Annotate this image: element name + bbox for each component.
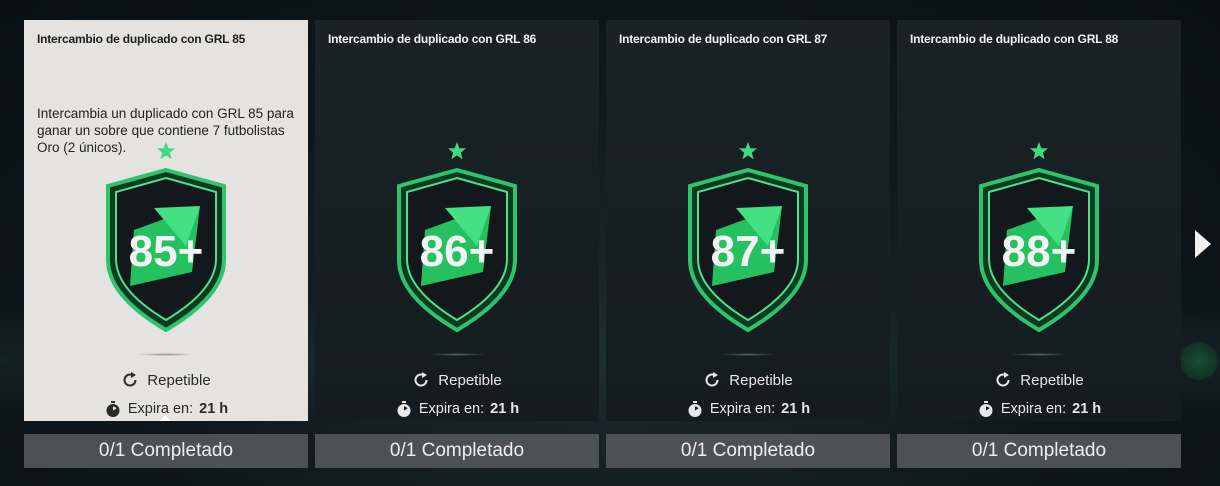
card-title: Intercambio de duplicado con GRL 85 (37, 32, 246, 46)
expire-label: Expira en: (1000, 401, 1067, 417)
pack-rating: 87+ (711, 227, 786, 276)
shield-reflection (718, 353, 778, 356)
repeatable-row: Repetible (315, 370, 599, 390)
stopwatch-icon (979, 401, 993, 417)
repeat-icon (123, 372, 137, 387)
sbc-card-grl-87[interactable]: Intercambio de duplicado con GRL 87 87+ … (606, 20, 890, 421)
sbc-card-grl-85[interactable]: Intercambio de duplicado con GRL 85 Inte… (24, 20, 308, 421)
expire-row: Expira en: 21 h (315, 399, 599, 419)
progress-bar-grl-86[interactable]: 0/1 Completado (315, 434, 599, 468)
sbc-card-grl-88[interactable]: Intercambio de duplicado con GRL 88 88+ … (897, 20, 1181, 421)
expire-value: 21 h (781, 401, 811, 417)
stopwatch-icon (397, 401, 411, 417)
progress-bar-grl-85[interactable]: 0/1 Completado (24, 434, 308, 468)
pack-shield-icon: 87+ (688, 168, 808, 332)
pack-rating: 85+ (129, 227, 204, 276)
card-title: Intercambio de duplicado con GRL 88 (910, 32, 1119, 46)
expire-label: Expira en: (418, 401, 485, 417)
card-title: Intercambio de duplicado con GRL 86 (328, 32, 537, 46)
pack-shield-icon: 85+ (106, 168, 226, 332)
shield-reflection (427, 353, 487, 356)
shield-reflection (136, 353, 196, 356)
selected-card-pointer (159, 415, 171, 421)
expire-value: 21 h (1072, 401, 1102, 417)
repeatable-label: Repetible (1020, 371, 1084, 389)
expire-value: 21 h (490, 401, 520, 417)
expire-label: Expira en: (709, 401, 776, 417)
background-badge (1180, 342, 1218, 380)
repeatable-row: Repetible (897, 370, 1181, 390)
expire-row: Expira en: 21 h (606, 399, 890, 419)
repeatable-label: Repetible (438, 371, 502, 389)
repeatable-row: Repetible (606, 370, 890, 390)
expire-row: Expira en: 21 h (897, 399, 1181, 419)
pack-rating: 88+ (1002, 227, 1077, 276)
repeatable-row: Repetible (24, 370, 308, 390)
repeat-icon (996, 372, 1010, 387)
repeat-icon (705, 372, 719, 387)
star-icon (739, 142, 757, 160)
star-icon (448, 142, 466, 160)
progress-bar-grl-87[interactable]: 0/1 Completado (606, 434, 890, 468)
card-title: Intercambio de duplicado con GRL 87 (619, 32, 828, 46)
pack-rating: 86+ (420, 227, 495, 276)
pack-shield-icon: 88+ (979, 168, 1099, 332)
repeatable-label: Repetible (729, 371, 793, 389)
sbc-card-grl-86[interactable]: Intercambio de duplicado con GRL 86 86+ … (315, 20, 599, 421)
chevron-right-icon[interactable] (1193, 228, 1213, 260)
progress-bar-grl-88[interactable]: 0/1 Completado (897, 434, 1181, 468)
star-icon (1030, 142, 1048, 160)
stopwatch-icon (688, 401, 702, 417)
repeatable-label: Repetible (147, 371, 211, 389)
star-icon (157, 142, 175, 160)
shield-reflection (1009, 353, 1069, 356)
pack-shield-icon: 86+ (397, 168, 517, 332)
repeat-icon (414, 372, 428, 387)
expire-value: 21 h (199, 401, 229, 417)
stopwatch-icon (106, 401, 120, 417)
